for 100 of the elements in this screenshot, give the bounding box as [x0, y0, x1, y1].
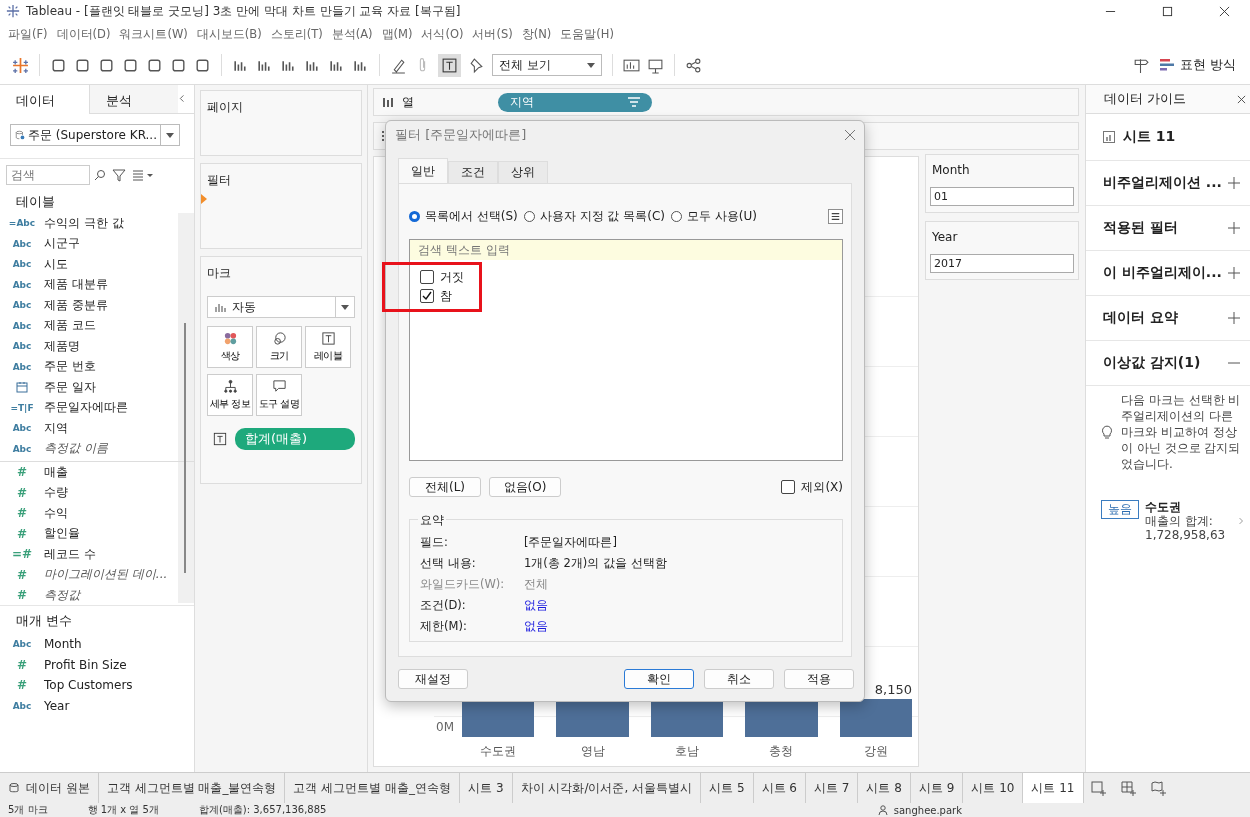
tableau-logo-icon[interactable]	[12, 56, 29, 74]
field-item[interactable]: 시군구	[44, 235, 80, 253]
dropdown-arrow-icon	[341, 304, 349, 310]
circles-icon	[271, 331, 287, 346]
parameter-item[interactable]: Top Customers	[44, 678, 133, 693]
pin-icon[interactable]	[468, 56, 485, 74]
field-type-icon: #	[16, 588, 28, 603]
dialog-tab[interactable]: 조건	[448, 161, 498, 183]
menu-item[interactable]: 서식(O)	[419, 26, 471, 42]
menu-item[interactable]: 맵(M)	[379, 26, 420, 42]
close-icon[interactable]	[1219, 5, 1230, 17]
bar-list-icon	[1159, 59, 1174, 71]
summary-link[interactable]: 없음	[524, 619, 548, 634]
highlight-icon[interactable]	[390, 56, 407, 74]
field-item[interactable]: 지역	[44, 419, 68, 437]
field-type-icon: Abc	[12, 279, 32, 290]
parameter-item[interactable]: Profit Bin Size	[44, 657, 127, 672]
checkbox[interactable]	[420, 289, 434, 303]
field-item[interactable]: 주문 번호	[44, 358, 96, 376]
menu-item[interactable]: 분석(A)	[329, 26, 380, 42]
field-item[interactable]: 제품 대분류	[44, 276, 108, 294]
field-item[interactable]: 수량	[44, 484, 68, 502]
field-item[interactable]: 제품 중분류	[44, 296, 108, 314]
field-item[interactable]: 측정값	[44, 586, 80, 603]
sheet-name: 시트 11	[1123, 128, 1176, 146]
dialog-button[interactable]: 확인	[624, 669, 694, 689]
field-item[interactable]: 수익의 극한 값	[44, 214, 124, 232]
pane-tab[interactable]: 분석	[88, 85, 179, 113]
dimension-pill[interactable]: 지역	[498, 92, 652, 112]
dialog-tab[interactable]: 일반	[398, 158, 448, 183]
datasource-dropdown[interactable]: 주문 (Superstore KR...	[10, 124, 180, 146]
filter-icon[interactable]	[112, 168, 126, 182]
field-item[interactable]: 할인율	[44, 525, 80, 543]
share-icon[interactable]	[685, 56, 702, 74]
search-field[interactable]: 검색 텍스트 입력	[410, 240, 842, 260]
field-item[interactable]: 주문일자에따른	[44, 399, 128, 417]
parameter-field[interactable]: 2017	[930, 254, 1074, 273]
new-dashboard-icon[interactable]	[1120, 780, 1137, 796]
parameter-item[interactable]: Year	[44, 698, 70, 713]
fit-dropdown[interactable]: 전체 보기	[492, 54, 602, 76]
menu-item[interactable]: 도움말(H)	[558, 26, 621, 42]
field-item[interactable]: 측정값 이름	[44, 440, 108, 458]
guide-section[interactable]: 이상값 감지(1)	[1086, 341, 1250, 386]
mark-card-button[interactable]: 도구 설명	[256, 374, 302, 416]
checkbox[interactable]	[420, 270, 434, 284]
guide-section[interactable]: 이 비주얼리제이...	[1086, 251, 1250, 296]
show-me-button[interactable]: 표현 방식	[1155, 54, 1240, 76]
select-button[interactable]: 전체(L)	[409, 477, 481, 497]
field-item[interactable]: 시도	[44, 255, 68, 273]
tree-icon	[222, 379, 238, 394]
speech-bubble-icon	[271, 379, 287, 394]
radio-option[interactable]: 사용자 지정 값 목록(C)	[523, 208, 665, 225]
close-icon[interactable]	[1237, 94, 1246, 104]
menu-item[interactable]: 대시보드(B)	[194, 26, 269, 42]
field-item[interactable]: 주문 일자	[44, 378, 96, 396]
search-field[interactable]: 검색	[6, 165, 90, 185]
checkbox[interactable]	[781, 480, 796, 494]
reset-button[interactable]: 재설정	[398, 669, 468, 689]
dialog-tab[interactable]: 상위	[498, 161, 548, 183]
menu-item[interactable]: 파일(F)	[6, 26, 55, 42]
summary-link[interactable]: 없음	[524, 598, 548, 613]
field-item[interactable]: 제품명	[44, 337, 80, 355]
dropdown-arrow-icon	[166, 132, 174, 138]
parameter-item[interactable]: Month	[44, 637, 82, 652]
mark-card-button[interactable]: 크기	[256, 326, 302, 368]
field-type-icon: #	[16, 485, 28, 500]
dialog-button[interactable]: 적용	[784, 669, 854, 689]
list-menu-icon[interactable]	[828, 209, 843, 224]
mark-type-dropdown[interactable]: 자동	[207, 296, 355, 318]
menu-item[interactable]: 서버(S)	[470, 26, 520, 42]
field-item[interactable]: 마이그레이션된 데이...	[44, 566, 168, 584]
radio-option[interactable]: 목록에서 선택(S)	[409, 208, 518, 225]
maximize-icon[interactable]	[1162, 5, 1173, 17]
menu-item[interactable]: 창(N)	[519, 26, 559, 42]
mark-card-button[interactable]: 세부 정보	[207, 374, 253, 416]
menu-item[interactable]: 워크시트(W)	[117, 26, 195, 42]
guide-section[interactable]: 비주얼리제이션 ...	[1086, 161, 1250, 206]
field-item[interactable]: 레코드 수	[44, 545, 96, 563]
mark-card-button[interactable]: 색상	[207, 326, 253, 368]
field-type-icon: =Abc	[8, 218, 36, 229]
sheet-tab[interactable]: 시트 11	[1023, 773, 1084, 803]
menu-item[interactable]: 스토리(T)	[268, 26, 330, 42]
field-item[interactable]: 제품 코드	[44, 317, 96, 335]
bar-chart-icon	[214, 301, 226, 313]
text-label-icon[interactable]	[438, 53, 461, 77]
guide-section[interactable]: 데이터 요약	[1086, 296, 1250, 341]
sort-icon	[628, 97, 640, 107]
field-item[interactable]: 매출	[44, 463, 68, 481]
menu-item[interactable]: 데이터(D)	[54, 26, 118, 42]
parameter-field[interactable]: 01	[930, 187, 1074, 206]
user-name[interactable]: sanghee.park	[893, 804, 962, 816]
status-text: 합계(매출): 3,657,136,885	[198, 803, 327, 817]
guide-section[interactable]: 적용된 필터	[1086, 206, 1250, 251]
new-story-icon[interactable]	[1150, 780, 1167, 796]
view-options-icon[interactable]	[132, 169, 154, 181]
dialog-button[interactable]: 취소	[704, 669, 774, 689]
mark-card-button[interactable]: 레이블	[305, 326, 351, 368]
select-button[interactable]: 없음(O)	[489, 477, 561, 497]
radio-option[interactable]: 모두 사용(U)	[671, 208, 757, 225]
field-item[interactable]: 수익	[44, 504, 68, 522]
